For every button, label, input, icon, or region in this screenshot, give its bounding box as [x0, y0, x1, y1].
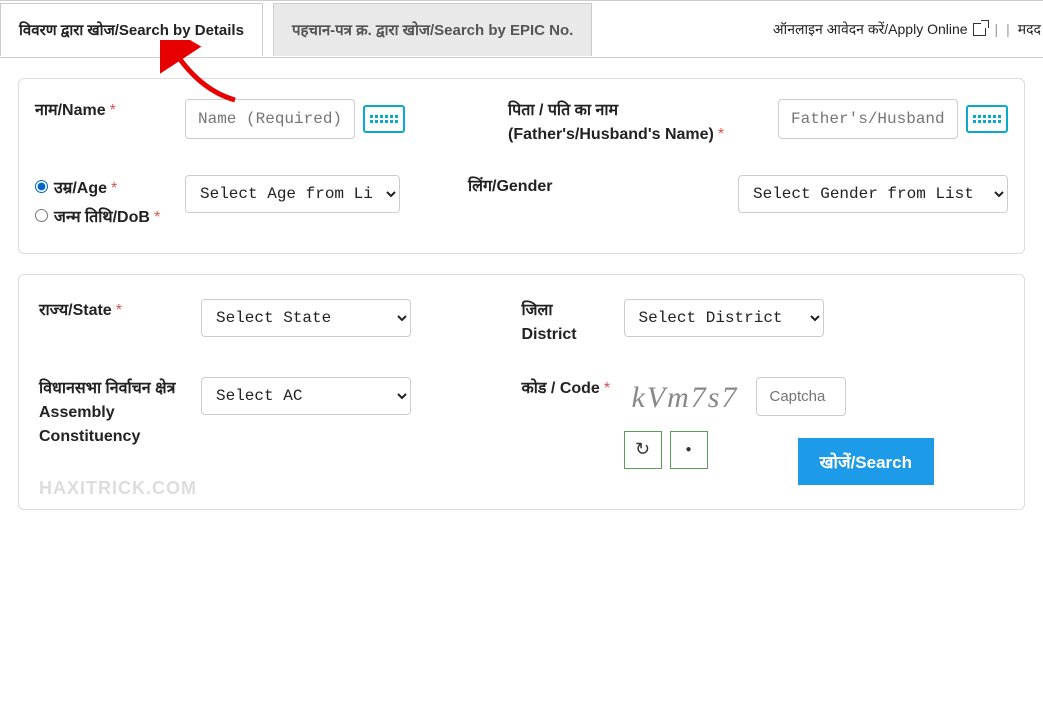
tab-search-by-epic[interactable]: पहचान-पत्र क्र. द्वारा खोज/Search by EPI… [273, 3, 592, 56]
state-label: राज्य/State* [39, 299, 189, 323]
father-name-input[interactable] [778, 99, 958, 139]
gender-label: लिंग/Gender [468, 175, 738, 199]
divider: | [994, 21, 998, 37]
district-label: जिला District [522, 299, 612, 347]
link-apply-online-label: ऑनलाइन आवेदन करें/Apply Online [773, 21, 968, 37]
radio-dob-label: जन्म तिथि/DoB [54, 209, 150, 226]
code-label: कोड / Code* [522, 377, 612, 401]
age-dob-radio-group: उम्र/Age* जन्म तिथि/DoB* [35, 175, 185, 233]
ac-label: विधानसभा निर्वाचन क्षेत्र Assembly Const… [39, 377, 189, 449]
external-link-icon [973, 23, 986, 36]
state-select[interactable]: Select State [201, 299, 411, 337]
radio-age-label: उम्र/Age [54, 180, 107, 197]
refresh-icon: ↻ [635, 439, 650, 460]
gender-select[interactable]: Select Gender from List [738, 175, 1008, 213]
radio-dob[interactable] [35, 209, 48, 222]
captcha-audio-button[interactable]: ● [670, 431, 708, 469]
name-input[interactable] [185, 99, 355, 139]
captcha-refresh-button[interactable]: ↻ [624, 431, 662, 469]
link-apply-online[interactable]: ऑनलाइन आवेदन करें/Apply Online [773, 20, 987, 39]
captcha-image: kVm7s7 [624, 377, 747, 419]
panel-personal-details: नाम/Name* पिता / पति का नाम (Father's/Hu… [18, 78, 1025, 254]
search-button[interactable]: खोजें/Search [798, 438, 934, 485]
ac-select[interactable]: Select AC [201, 377, 411, 415]
name-label: नाम/Name* [35, 99, 185, 123]
age-select[interactable]: Select Age from Li [185, 175, 400, 213]
keyboard-icon[interactable] [966, 105, 1008, 133]
radio-age[interactable] [35, 180, 48, 193]
district-select[interactable]: Select District [624, 299, 824, 337]
tab-search-by-details[interactable]: विवरण द्वारा खोज/Search by Details [0, 3, 263, 56]
divider: | [1006, 21, 1010, 37]
dot-icon: ● [685, 444, 691, 455]
watermark: HAXITRICK.COM [39, 478, 197, 499]
panel-location-details: राज्य/State* Select State जिला District … [18, 274, 1025, 510]
father-name-label: पिता / पति का नाम (Father's/Husband's Na… [508, 99, 778, 147]
captcha-input[interactable] [756, 377, 846, 416]
link-help[interactable]: मदद [1018, 20, 1041, 39]
keyboard-icon[interactable] [363, 105, 405, 133]
